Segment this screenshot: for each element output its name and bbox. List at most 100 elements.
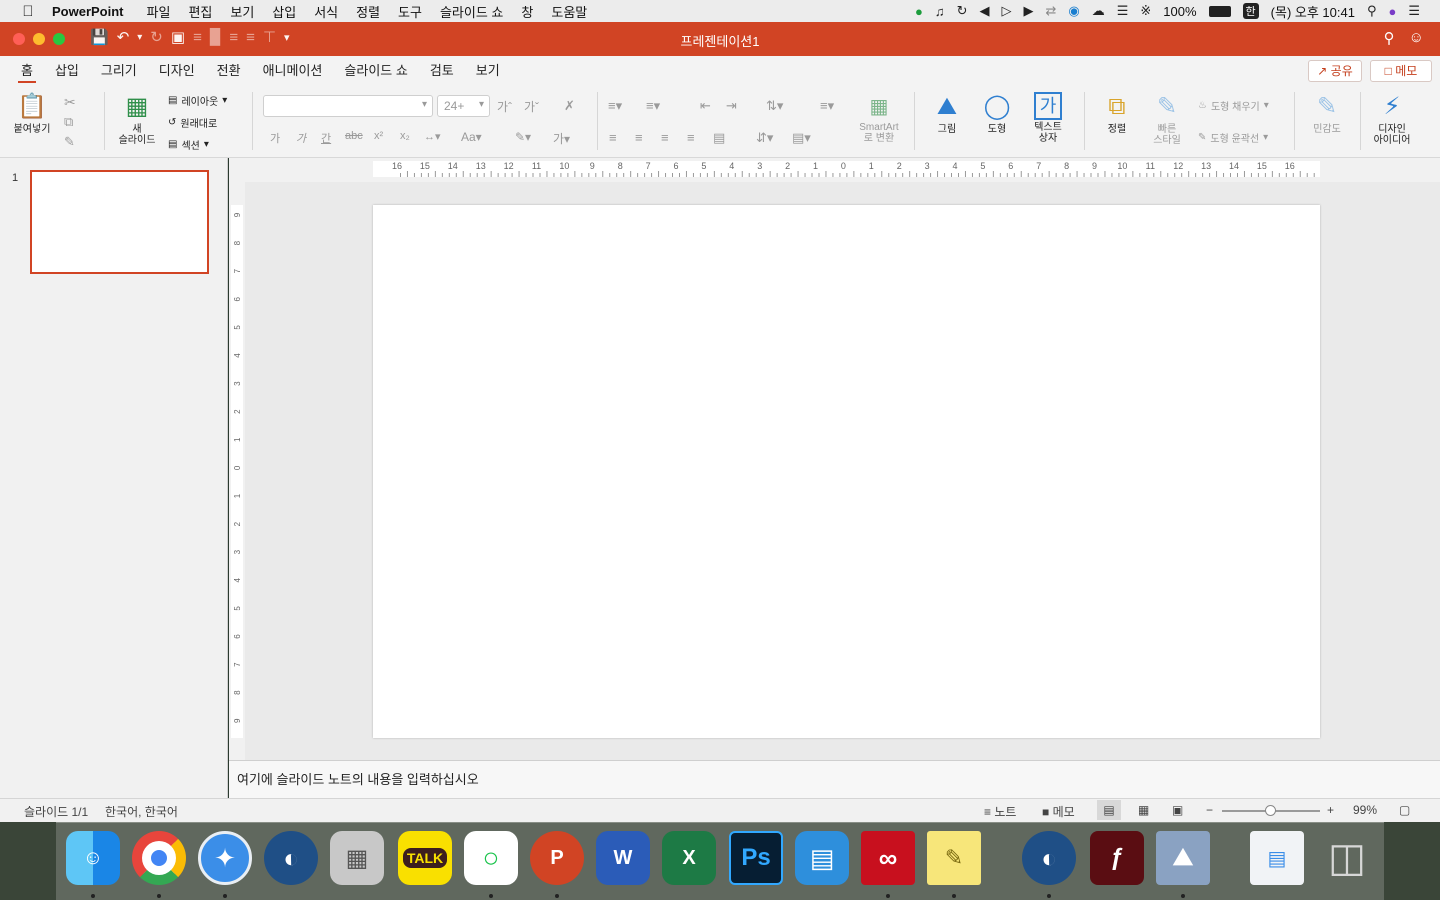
layout-button[interactable]: ▤ 레이아웃 ▾	[168, 93, 227, 108]
tab-review[interactable]: 검토	[419, 56, 465, 86]
tab-design[interactable]: 디자인	[148, 56, 206, 86]
design-ideas-button[interactable]: ⚡ 디자인 아이디어	[1368, 92, 1416, 146]
shield-icon[interactable]: ◉	[1068, 3, 1079, 19]
battery-icon[interactable]	[1208, 5, 1231, 17]
menu-format[interactable]: 서식	[314, 2, 338, 21]
zoom-in-icon[interactable]: +	[1327, 803, 1334, 817]
notes-placeholder[interactable]: 여기에 슬라이드 노트의 내용을 입력하십시오	[237, 769, 479, 788]
tab-view[interactable]: 보기	[465, 56, 511, 86]
prev-track-icon[interactable]: ◀	[979, 3, 989, 19]
font-color-icon[interactable]: 가▾	[553, 130, 570, 147]
highlight-color-icon[interactable]: ✎▾	[515, 130, 531, 144]
siri-icon[interactable]: ●	[1388, 4, 1396, 19]
shape-fill-button[interactable]: ♨ 도형 채우기 ▾	[1198, 98, 1269, 113]
safari-icon[interactable]: ✦	[198, 831, 252, 885]
menu-edit[interactable]: 편집	[188, 2, 212, 21]
shuffle-icon[interactable]: ⇄	[1045, 3, 1056, 19]
tab-animations[interactable]: 애니메이션	[252, 56, 334, 86]
menu-arrange[interactable]: 정렬	[356, 2, 380, 21]
tab-draw[interactable]: 그리기	[90, 56, 148, 86]
battery-percent[interactable]: 100%	[1163, 4, 1196, 19]
tab-transitions[interactable]: 전환	[206, 56, 252, 86]
character-spacing-icon[interactable]: ↔▾	[424, 130, 441, 143]
menu-slideshow[interactable]: 슬라이드 쇼	[440, 2, 503, 21]
menu-help[interactable]: 도움말	[551, 2, 587, 21]
convert-to-smartart-button[interactable]: ▦ SmartArt 로 변환	[852, 94, 906, 144]
preview-icon[interactable]: ⛰	[1156, 831, 1210, 885]
subscript-icon[interactable]: x₂	[400, 130, 410, 142]
menu-file[interactable]: 파일	[147, 2, 171, 21]
slide-thumbnail[interactable]	[30, 170, 209, 274]
wifi-icon[interactable]: ☰	[1117, 3, 1129, 19]
vertical-ruler[interactable]: 9 8 7 6 5 4 3 2 1 0 1 2 3 4 5 6 7 8 9	[229, 182, 245, 760]
word-icon[interactable]: W	[596, 831, 650, 885]
clear-formatting-icon[interactable]: ✗	[564, 98, 575, 114]
justify-text-icon[interactable]: ≡	[687, 130, 695, 145]
comments-button[interactable]: □ 메모	[1370, 60, 1432, 82]
picture-button[interactable]: ⛰ 그림	[924, 92, 970, 135]
downloads-stack-icon[interactable]: ▤	[1250, 831, 1304, 885]
notification-center-icon[interactable]: ☰	[1408, 3, 1420, 19]
bullets-icon[interactable]: ≡▾	[608, 98, 622, 114]
font-size-select[interactable]: 24+ ▾	[437, 95, 490, 117]
distributed-text-icon[interactable]: ▤	[713, 130, 725, 146]
cloud-icon[interactable]: ☁	[1092, 3, 1105, 19]
powerpoint-icon[interactable]: P	[530, 831, 584, 885]
repeat-icon[interactable]: ↻	[957, 3, 968, 19]
paste-button[interactable]: 📋 붙여넣기	[10, 92, 54, 135]
menu-view[interactable]: 보기	[230, 2, 254, 21]
slide-canvas[interactable]	[373, 205, 1320, 738]
line-app-icon[interactable]: ○	[464, 831, 518, 885]
share-button[interactable]: ↗ 공유	[1308, 60, 1362, 82]
quick-styles-button[interactable]: ✎ 빠른 스타일	[1144, 92, 1190, 146]
finder-icon[interactable]: ☺	[66, 831, 120, 885]
cut-icon[interactable]: ✂	[64, 94, 76, 111]
decrease-font-size-icon[interactable]: 가ˇ	[524, 98, 539, 115]
tab-insert[interactable]: 삽입	[44, 56, 90, 86]
copy-icon[interactable]: ⧉	[64, 114, 73, 130]
kakaotalk-icon[interactable]: TALK	[398, 831, 452, 885]
chrome-icon[interactable]	[132, 831, 186, 885]
new-slide-button[interactable]: ▦ 새 슬라이드	[114, 92, 160, 146]
strikethrough-icon[interactable]: abc	[345, 130, 363, 142]
textbox-button[interactable]: 가 텍스트 상자	[1024, 92, 1072, 144]
reset-button[interactable]: ↺ 원래대로	[168, 115, 217, 130]
excel-icon[interactable]: X	[662, 831, 716, 885]
italic-icon[interactable]: 가	[296, 130, 306, 146]
stickies-icon[interactable]: ✎	[927, 831, 981, 885]
shapes-button[interactable]: ◯ 도형	[974, 92, 1020, 135]
change-case-icon[interactable]: Aa▾	[461, 130, 482, 144]
font-name-select[interactable]: ▾	[263, 95, 433, 117]
zoom-level[interactable]: 99%	[1353, 803, 1377, 817]
play-icon[interactable]: ▷	[1001, 3, 1011, 19]
format-painter-icon[interactable]: ✎	[64, 134, 75, 150]
align-right-text-icon[interactable]: ≡	[661, 130, 669, 145]
clock[interactable]: (목) 오후 10:41	[1271, 2, 1355, 21]
notes-toggle-button[interactable]: ≡ 노트	[984, 803, 1016, 820]
spotlight-search-icon[interactable]: ⚲	[1367, 3, 1377, 19]
trash-icon[interactable]: ◫	[1320, 831, 1374, 885]
underline-icon[interactable]: 간	[321, 130, 331, 146]
tab-home[interactable]: 홈	[10, 56, 44, 86]
zoom-slider-thumb[interactable]	[1265, 805, 1276, 816]
flash-player-icon[interactable]: ƒ	[1090, 831, 1144, 885]
section-button[interactable]: ▤ 섹션 ▾	[168, 137, 209, 152]
search-icon[interactable]: ⚲	[1384, 29, 1395, 47]
bluetooth-icon[interactable]: ※	[1140, 3, 1151, 19]
calculator-icon[interactable]: ▦	[330, 831, 384, 885]
line-spacing-icon[interactable]: ⇅▾	[766, 98, 783, 114]
fit-to-window-icon[interactable]: ▢	[1399, 803, 1410, 817]
next-track-icon[interactable]: ▶	[1023, 3, 1033, 19]
decrease-indent-icon[interactable]: ⇤	[700, 98, 711, 114]
photoshop-icon[interactable]: Ps	[729, 831, 783, 885]
shape-outline-button[interactable]: ✎ 도형 윤곽선 ▾	[1198, 130, 1268, 145]
feedback-smiley-icon[interactable]: ☺	[1409, 29, 1424, 47]
menu-insert[interactable]: 삽입	[272, 2, 296, 21]
whale-browser-icon[interactable]: ◐	[264, 831, 318, 885]
align-left-text-icon[interactable]: ≡	[609, 130, 617, 145]
slide-sorter-view-icon[interactable]: ▦	[1138, 803, 1149, 817]
horizontal-ruler[interactable]: 16 15 14 13 12 11 10 9 8 7 6 5 4 3 2 1 0 1 2 3 4 5 6 7 8 9 10 11 12 1…	[245, 158, 1440, 182]
superscript-icon[interactable]: x²	[374, 130, 383, 142]
menu-window[interactable]: 창	[521, 2, 533, 21]
numbering-icon[interactable]: ≡▾	[646, 98, 660, 114]
